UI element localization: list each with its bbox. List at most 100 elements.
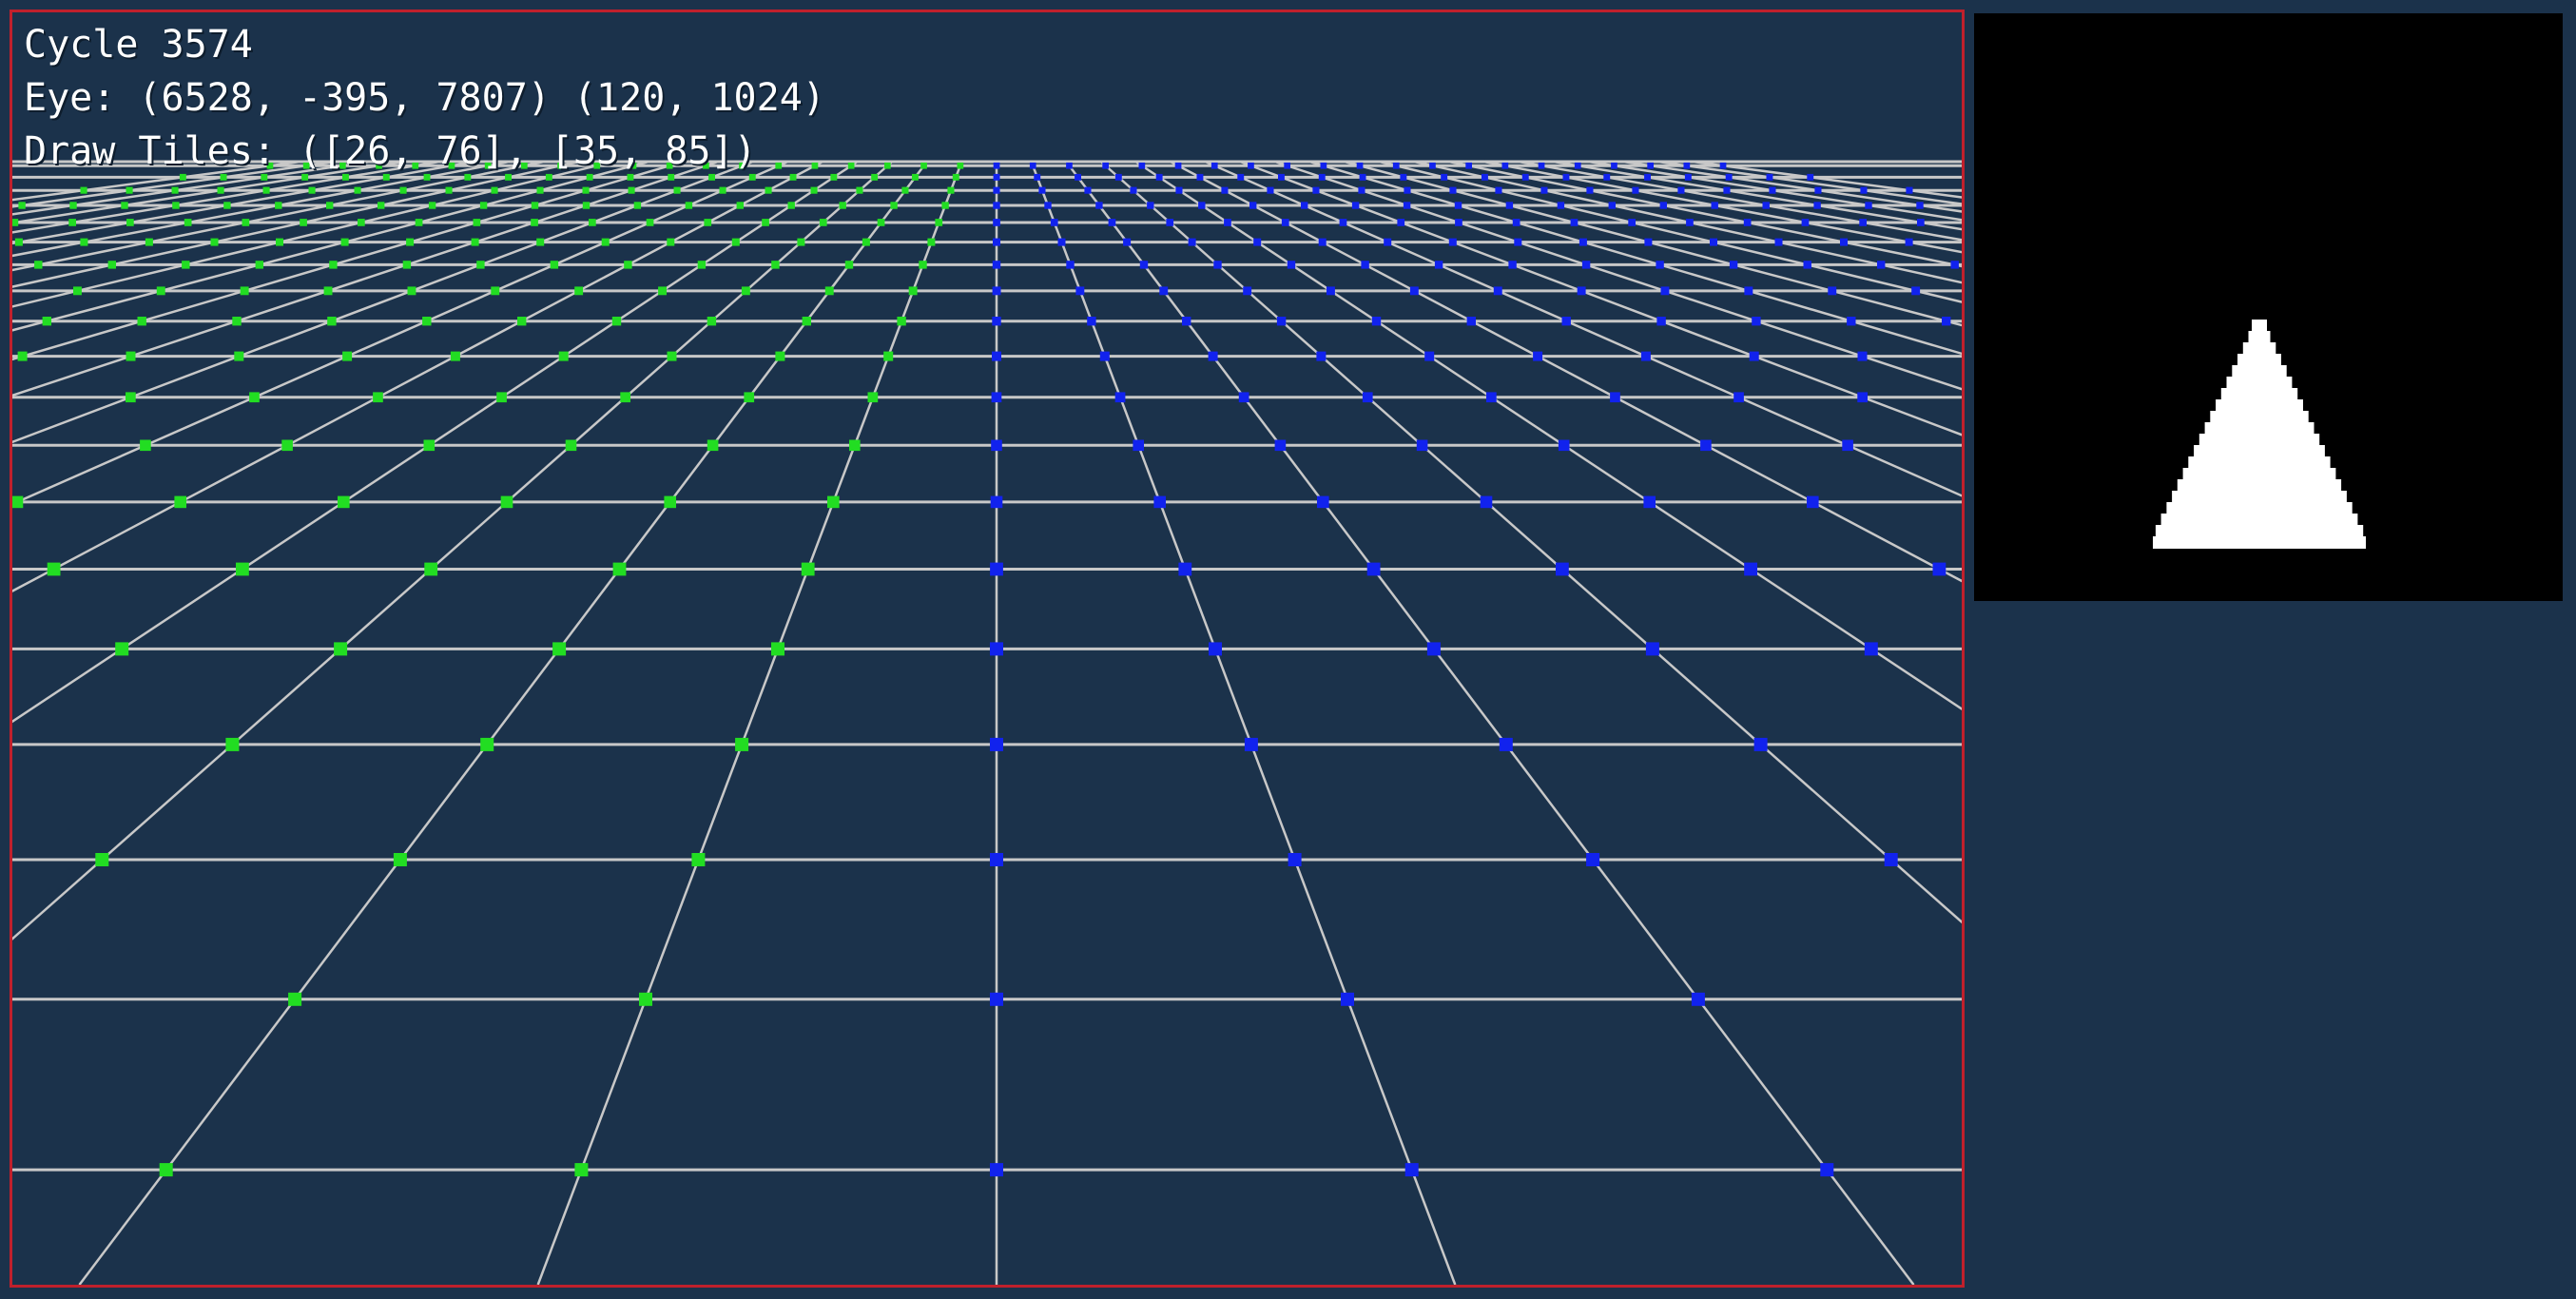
grid-marker-green bbox=[275, 202, 282, 209]
grid-marker-green bbox=[673, 186, 681, 194]
grid-marker-blue bbox=[1711, 202, 1718, 209]
grid-marker-blue bbox=[1857, 351, 1868, 361]
grid-marker-green bbox=[18, 202, 26, 209]
grid-marker-green bbox=[628, 186, 635, 194]
grid-marker-green bbox=[952, 173, 959, 181]
grid-marker-green bbox=[552, 642, 567, 656]
grid-marker-green bbox=[406, 238, 415, 246]
grid-marker-blue bbox=[993, 238, 1000, 246]
grid-marker-green bbox=[505, 173, 512, 181]
grid-marker-green bbox=[342, 173, 349, 181]
grid-marker-green bbox=[735, 737, 749, 751]
grid-marker-blue bbox=[1644, 173, 1651, 181]
grid-marker-blue bbox=[1611, 162, 1617, 169]
grid-marker-blue bbox=[1384, 238, 1392, 246]
grid-marker-blue bbox=[1723, 186, 1731, 194]
grid-marker-blue bbox=[1147, 202, 1154, 209]
grid-marker-blue bbox=[1075, 173, 1081, 181]
grid-marker-green bbox=[611, 317, 622, 326]
grid-marker-blue bbox=[1174, 162, 1182, 169]
grid-vertical-line bbox=[1657, 160, 1962, 205]
grid-marker-green bbox=[423, 439, 436, 452]
grid-marker-blue bbox=[1404, 1163, 1419, 1177]
3d-viewport[interactable]: Cycle 3574 Eye: (6528, -395, 7807) (120,… bbox=[10, 10, 1965, 1288]
grid-marker-blue bbox=[1859, 219, 1867, 226]
grid-marker-blue bbox=[990, 562, 1003, 576]
grid-marker-blue bbox=[990, 642, 1003, 656]
grid-marker-blue bbox=[1281, 219, 1289, 226]
grid-marker-blue bbox=[990, 992, 1003, 1006]
grid-marker-blue bbox=[1574, 162, 1581, 169]
grid-marker-blue bbox=[1267, 186, 1274, 194]
grid-marker-blue bbox=[1766, 173, 1773, 181]
grid-marker-green bbox=[707, 439, 719, 452]
grid-vertical-line bbox=[1170, 160, 1962, 583]
grid-marker-green bbox=[232, 317, 242, 326]
grid-marker-blue bbox=[1557, 202, 1565, 209]
grid-vertical-line bbox=[1134, 160, 1962, 710]
grid-marker-blue bbox=[1660, 286, 1670, 296]
grid-marker-green bbox=[261, 173, 268, 181]
grid-marker-green bbox=[137, 317, 146, 326]
grid-marker-blue bbox=[1301, 202, 1308, 209]
grid-marker-blue bbox=[1752, 317, 1761, 326]
grid-marker-blue bbox=[992, 351, 1001, 361]
grid-marker-blue bbox=[1640, 351, 1651, 361]
grid-marker-blue bbox=[1099, 351, 1110, 361]
grid-marker-blue bbox=[1243, 286, 1252, 296]
grid-marker-green bbox=[775, 162, 783, 169]
grid-marker-blue bbox=[1884, 853, 1898, 866]
grid-marker-blue bbox=[1538, 162, 1545, 169]
grid-marker-green bbox=[342, 351, 353, 361]
grid-marker-green bbox=[935, 219, 943, 226]
grid-marker-green bbox=[249, 392, 260, 403]
grid-marker-blue bbox=[1359, 173, 1366, 181]
grid-marker-blue bbox=[1213, 261, 1222, 269]
grid-marker-green bbox=[480, 737, 494, 751]
grid-marker-blue bbox=[1691, 992, 1705, 1006]
grid-vertical-line bbox=[12, 160, 510, 258]
grid-marker-green bbox=[839, 202, 846, 209]
minimap-triangle-shape bbox=[2153, 320, 2366, 549]
grid-marker-green bbox=[69, 202, 77, 209]
grid-marker-blue bbox=[1744, 562, 1757, 576]
grid-marker-blue bbox=[1159, 286, 1169, 296]
grid-marker-blue bbox=[993, 173, 1000, 181]
grid-marker-blue bbox=[1416, 439, 1428, 452]
grid-marker-green bbox=[240, 286, 249, 296]
grid-marker-blue bbox=[1480, 495, 1493, 509]
grid-marker-green bbox=[545, 173, 552, 181]
grid-marker-blue bbox=[1244, 737, 1258, 751]
grid-marker-green bbox=[633, 202, 642, 209]
grid-marker-green bbox=[428, 202, 436, 209]
grid-marker-green bbox=[765, 186, 772, 194]
grid-vertical-line bbox=[1309, 160, 1962, 356]
grid-marker-green bbox=[811, 162, 819, 169]
grid-marker-blue bbox=[1916, 202, 1924, 209]
grid-marker-blue bbox=[1495, 186, 1502, 194]
grid-marker-green bbox=[373, 392, 383, 403]
grid-marker-green bbox=[789, 173, 797, 181]
grid-vertical-line bbox=[12, 160, 614, 308]
ground-grid bbox=[12, 160, 1962, 1285]
grid-marker-green bbox=[300, 219, 307, 226]
grid-vertical-line bbox=[12, 160, 371, 216]
grid-marker-blue bbox=[1865, 202, 1872, 209]
grid-marker-green bbox=[748, 173, 756, 181]
grid-marker-green bbox=[704, 219, 712, 226]
grid-marker-green bbox=[121, 202, 128, 209]
grid-marker-blue bbox=[1558, 439, 1570, 452]
grid-marker-green bbox=[12, 219, 19, 226]
minimap-triangle-step bbox=[2194, 445, 2325, 457]
game-window: Cycle 3574 Eye: (6528, -395, 7807) (120,… bbox=[0, 0, 2576, 1299]
grid-marker-blue bbox=[1208, 351, 1218, 361]
grid-marker-blue bbox=[1911, 286, 1921, 296]
minimap-triangle-step bbox=[2216, 399, 2303, 412]
minimap-triangle-step bbox=[2248, 331, 2271, 343]
grid-marker-green bbox=[171, 186, 179, 194]
grid-marker-blue bbox=[990, 853, 1003, 866]
grid-vertical-line bbox=[12, 160, 788, 506]
minimap-canvas bbox=[2153, 320, 2366, 549]
grid-marker-green bbox=[646, 219, 654, 226]
grid-marker-blue bbox=[1561, 317, 1571, 326]
